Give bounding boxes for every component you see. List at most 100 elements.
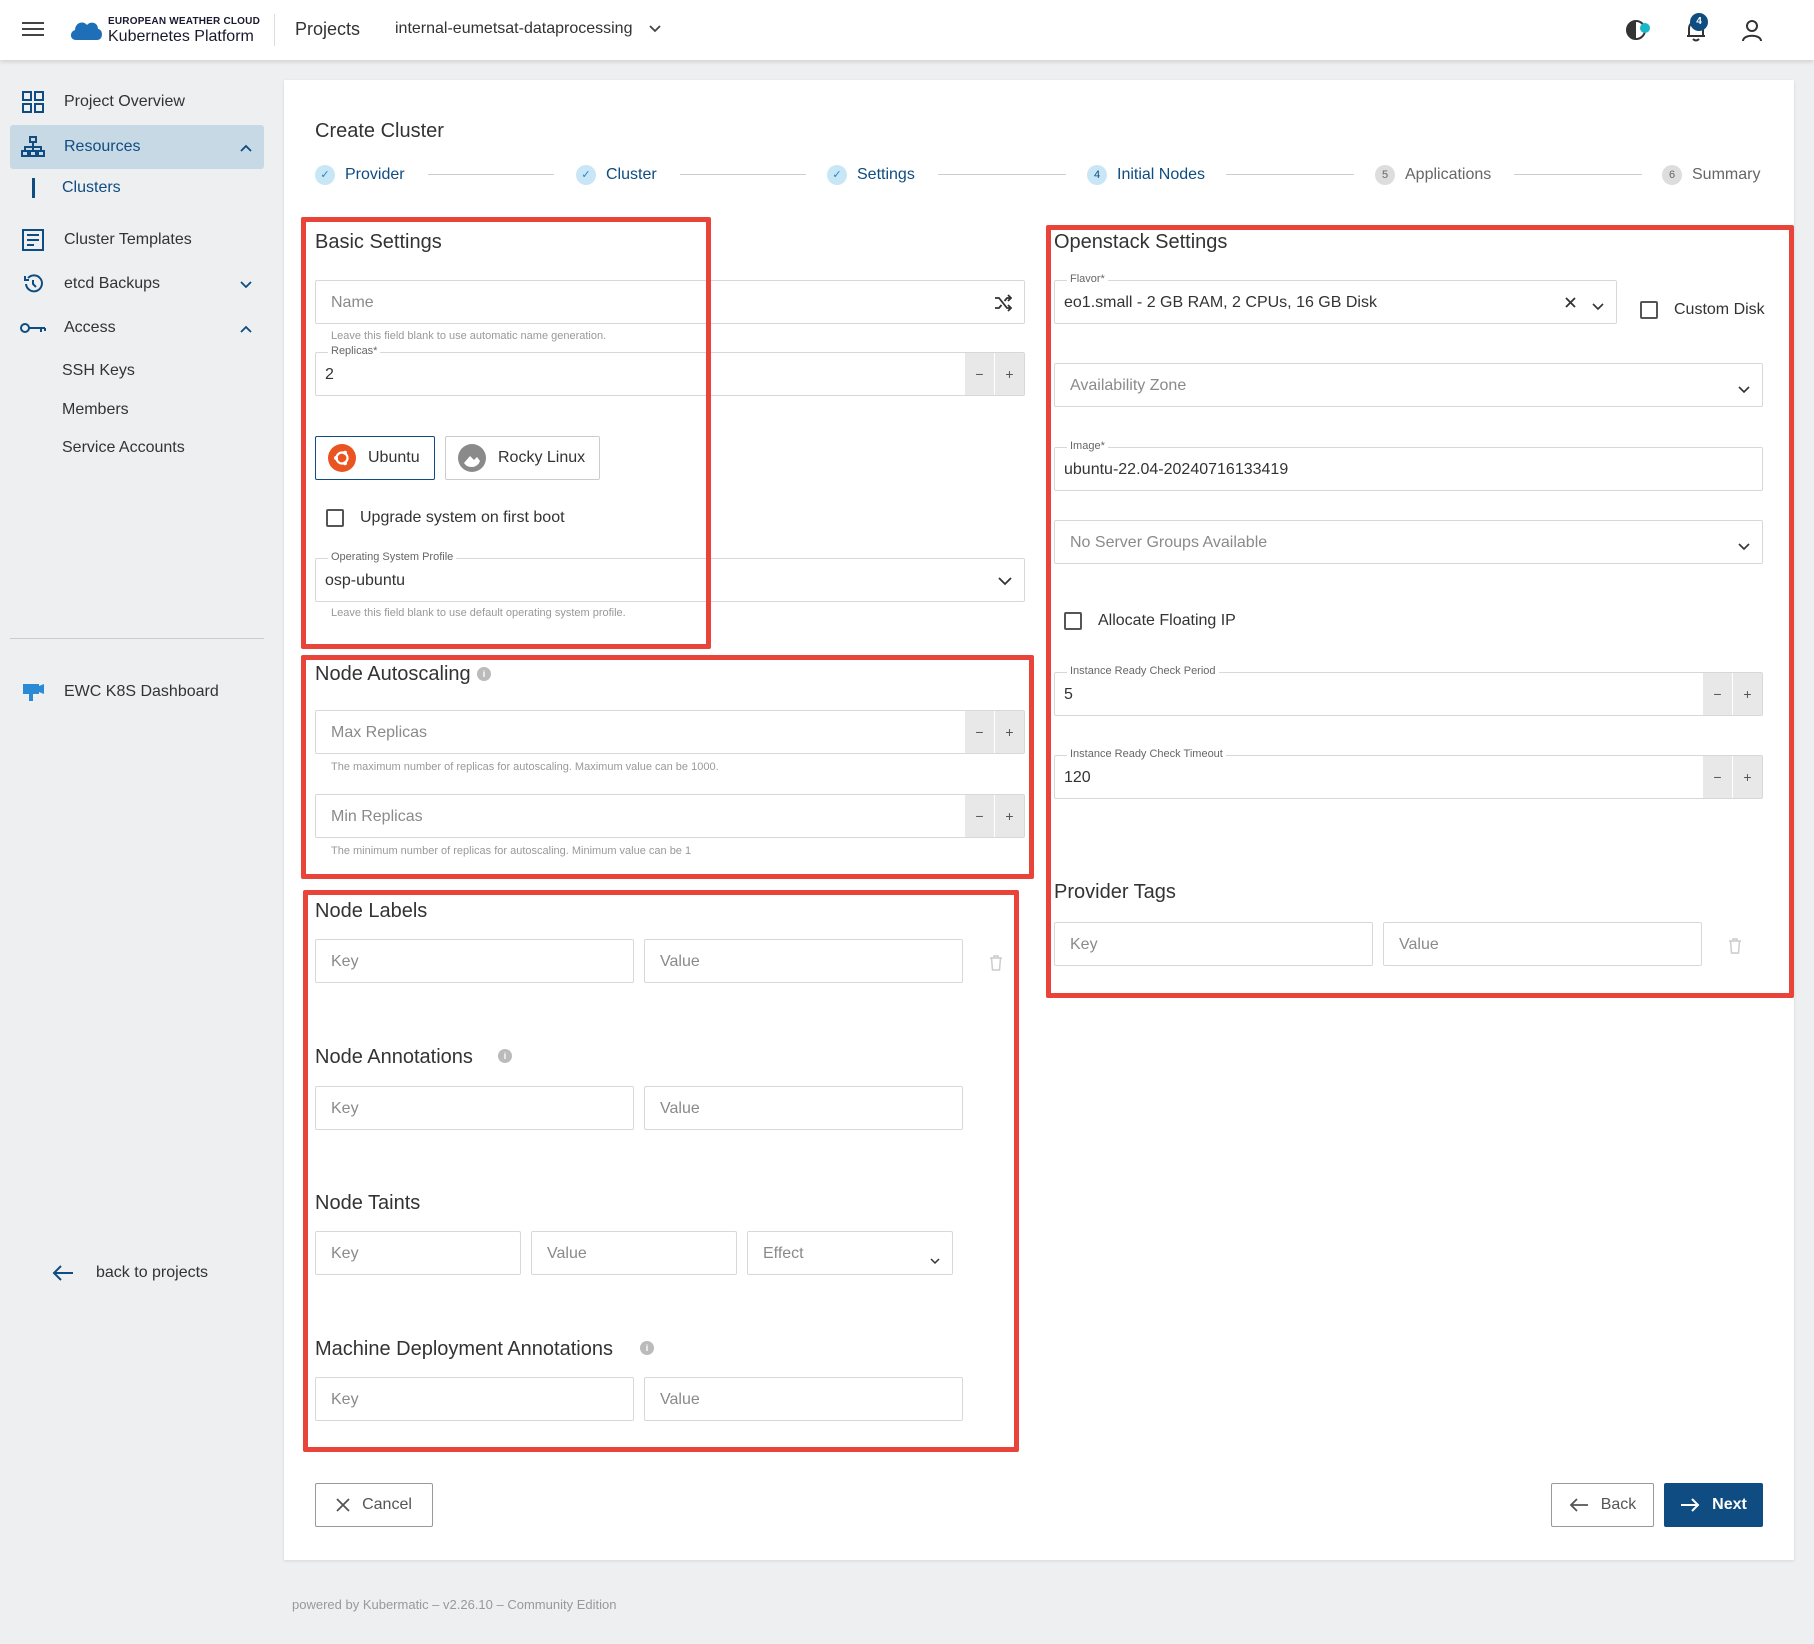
decrement-button[interactable]: − — [964, 795, 994, 837]
step-connector — [428, 174, 554, 175]
sidebar-item-resources[interactable]: Resources — [10, 125, 264, 169]
step-number: 6 — [1662, 165, 1682, 185]
availability-zone-select[interactable]: Availability Zone — [1054, 363, 1763, 407]
sidebar-item-members[interactable]: Members — [62, 401, 129, 419]
instance-ready-check-period-input[interactable]: Instance Ready Check Period 5 − + — [1054, 665, 1763, 716]
custom-disk-checkbox[interactable]: Custom Disk — [1640, 301, 1765, 319]
upgrade-on-boot-checkbox[interactable]: Upgrade system on first boot — [326, 509, 565, 527]
checkbox-box[interactable] — [326, 509, 344, 527]
provider-tag-value-input[interactable]: Value — [1383, 922, 1702, 966]
allocate-floating-ip-checkbox[interactable]: Allocate Floating IP — [1064, 612, 1236, 630]
node-taint-effect-select[interactable]: Effect — [747, 1231, 953, 1275]
delete-trash-icon[interactable] — [1728, 938, 1742, 954]
next-button[interactable]: Next — [1664, 1483, 1763, 1527]
sidebar-item-cluster-templates[interactable]: Cluster Templates — [10, 218, 264, 262]
step-initial-nodes[interactable]: 4 Initial Nodes — [1087, 164, 1205, 186]
key-placeholder: Key — [331, 953, 359, 970]
back-button[interactable]: Back — [1551, 1483, 1654, 1527]
min-replicas-input[interactable]: Min Replicas − + — [315, 794, 1025, 838]
key-icon — [20, 315, 46, 341]
active-indicator — [32, 178, 35, 198]
name-input[interactable]: Name — [315, 280, 1025, 324]
upgrade-label: Upgrade system on first boot — [360, 509, 565, 526]
value-placeholder: Value — [547, 1245, 587, 1262]
name-placeholder: Name — [331, 294, 374, 311]
increment-button[interactable]: + — [994, 711, 1024, 753]
max-replicas-stepper: − + — [964, 711, 1024, 753]
os-profile-select[interactable]: Operating System Profile osp-ubuntu — [315, 551, 1025, 602]
step-number: 4 — [1087, 165, 1107, 185]
decrement-button[interactable]: − — [964, 353, 994, 395]
next-label: Next — [1712, 1496, 1747, 1513]
node-annotation-key-input[interactable]: Key — [315, 1086, 634, 1130]
info-icon[interactable]: i — [498, 1049, 512, 1063]
sidebar-item-label: Project Overview — [64, 93, 185, 110]
step-label: Cluster — [606, 166, 657, 183]
cloud-logo-icon — [70, 22, 102, 40]
node-label-value-input[interactable]: Value — [644, 939, 963, 983]
info-icon[interactable]: i — [640, 1341, 654, 1355]
md-annotation-key-input[interactable]: Key — [315, 1377, 634, 1421]
hamburger-menu-icon[interactable] — [20, 18, 46, 42]
checkbox-box[interactable] — [1640, 301, 1658, 319]
server-groups-select[interactable]: No Server Groups Available — [1054, 520, 1763, 564]
sidebar-item-access[interactable]: Access — [10, 306, 264, 350]
sidebar-item-etcd-backups[interactable]: etcd Backups — [10, 262, 264, 306]
arrow-left-icon — [52, 1265, 73, 1281]
back-to-projects-link[interactable]: back to projects — [52, 1264, 208, 1282]
sidebar-item-project-overview[interactable]: Project Overview — [10, 80, 264, 124]
md-annotation-value-input[interactable]: Value — [644, 1377, 963, 1421]
sidebar-item-clusters[interactable]: Clusters — [62, 179, 121, 197]
increment-button[interactable]: + — [994, 795, 1024, 837]
increment-button[interactable]: + — [1732, 756, 1762, 798]
increment-button[interactable]: + — [1732, 673, 1762, 715]
theme-toggle-icon[interactable] — [1623, 16, 1651, 44]
node-annotation-value-input[interactable]: Value — [644, 1086, 963, 1130]
shuffle-icon[interactable] — [994, 294, 1012, 312]
step-summary[interactable]: 6 Summary — [1662, 164, 1760, 186]
user-account-icon[interactable] — [1738, 16, 1766, 44]
template-icon — [20, 227, 46, 253]
sidebar-item-ssh-keys[interactable]: SSH Keys — [62, 362, 135, 380]
instance-ready-check-timeout-input[interactable]: Instance Ready Check Timeout 120 − + — [1054, 748, 1763, 799]
node-autoscaling-title: Node Autoscaling — [315, 663, 471, 685]
projects-link[interactable]: Projects — [295, 19, 360, 40]
provider-tag-key-input[interactable]: Key — [1054, 922, 1373, 966]
os-rocky-button[interactable]: Rocky Linux — [445, 436, 601, 480]
flavor-select[interactable]: Flavor* eo1.small - 2 GB RAM, 2 CPUs, 16… — [1054, 273, 1617, 324]
step-applications[interactable]: 5 Applications — [1375, 164, 1491, 186]
image-input[interactable]: Image* ubuntu-22.04-20240716133419 — [1054, 440, 1763, 491]
server-groups-placeholder: No Server Groups Available — [1070, 534, 1268, 551]
node-label-key-input[interactable]: Key — [315, 939, 634, 983]
image-label: Image* — [1067, 440, 1108, 452]
node-taint-key-input[interactable]: Key — [315, 1231, 521, 1275]
decrement-button[interactable]: − — [1702, 673, 1732, 715]
checkbox-box[interactable] — [1064, 612, 1082, 630]
step-cluster[interactable]: ✓ Cluster — [576, 164, 657, 186]
step-provider[interactable]: ✓ Provider — [315, 164, 405, 186]
key-placeholder: Key — [1070, 936, 1098, 953]
os-profile-label: Operating System Profile — [328, 551, 457, 563]
decrement-button[interactable]: − — [964, 711, 994, 753]
sidebar-item-ewc-dashboard[interactable]: EWC K8S Dashboard — [10, 670, 264, 714]
replicas-stepper: − + — [964, 353, 1024, 395]
os-ubuntu-button[interactable]: Ubuntu — [315, 436, 435, 480]
delete-trash-icon[interactable] — [989, 955, 1003, 971]
replicas-input[interactable]: Replicas* 2 − + — [315, 345, 1025, 396]
step-number: 5 — [1375, 165, 1395, 185]
back-link-label: back to projects — [96, 1264, 209, 1281]
project-selector[interactable]: internal-eumetsat-dataprocessing — [395, 20, 661, 38]
decrement-button[interactable]: − — [1702, 756, 1732, 798]
sidebar-item-label: Access — [64, 319, 116, 336]
step-settings[interactable]: ✓ Settings — [827, 164, 915, 186]
max-replicas-input[interactable]: Max Replicas − + — [315, 710, 1025, 754]
sidebar-item-service-accounts[interactable]: Service Accounts — [62, 439, 185, 457]
increment-button[interactable]: + — [994, 353, 1024, 395]
cancel-button[interactable]: Cancel — [315, 1483, 433, 1527]
info-icon[interactable]: i — [477, 667, 491, 681]
chevron-up-icon — [240, 320, 252, 338]
node-taint-value-input[interactable]: Value — [531, 1231, 737, 1275]
sidebar-item-label: EWC K8S Dashboard — [64, 683, 219, 700]
clear-icon[interactable] — [1565, 297, 1576, 308]
chevron-up-icon — [240, 139, 252, 157]
